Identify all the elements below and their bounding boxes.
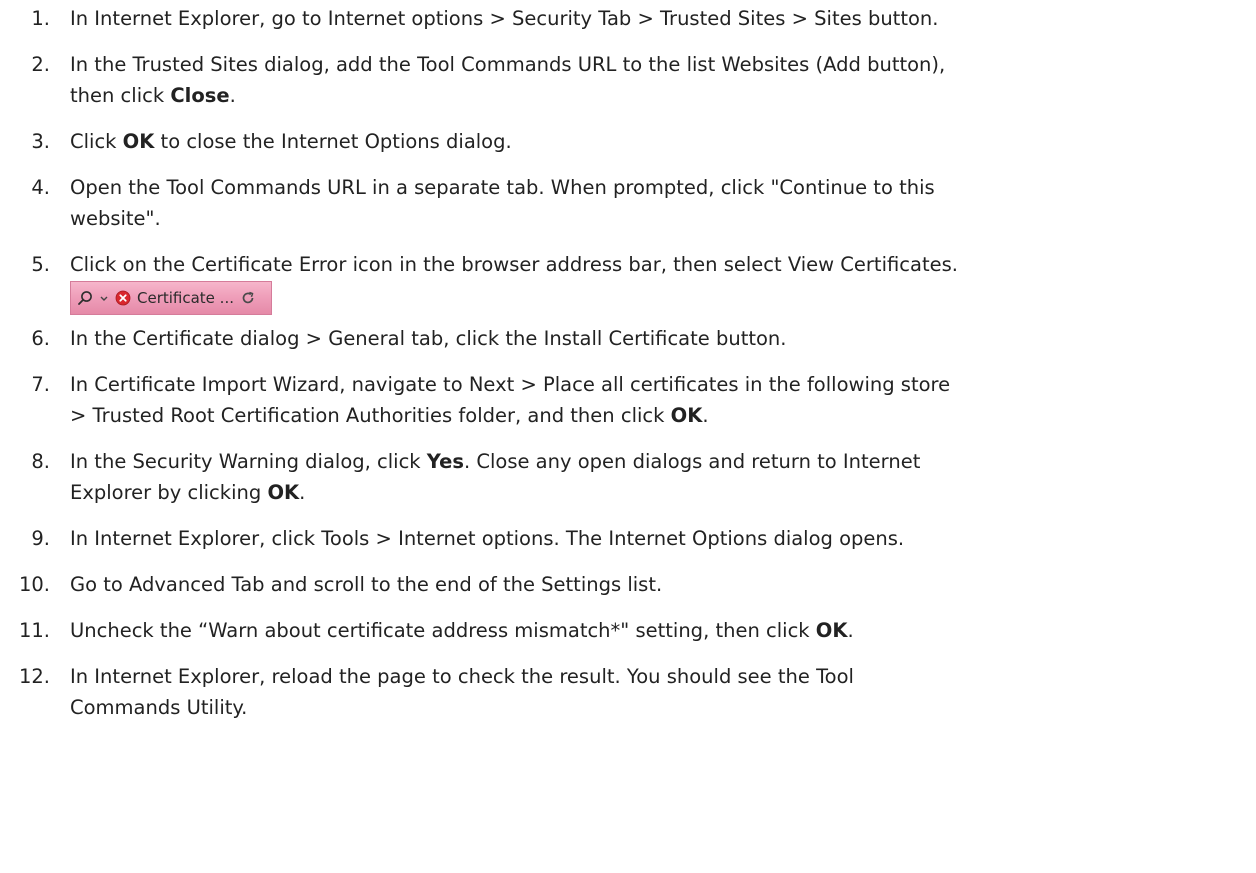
step-item: 1. In Internet Explorer, go to Internet o… — [0, 3, 1256, 34]
step-text: In the Certificate dialog > General tab,… — [70, 327, 787, 350]
step-text: Commands Utility. — [70, 696, 248, 719]
step-number: 6. — [31, 327, 50, 350]
bold-ui-term: Yes — [426, 450, 464, 473]
step-text-line: In Certificate Import Wizard, navigate t… — [70, 369, 1248, 400]
bold-ui-term: OK — [122, 130, 155, 153]
address-bar-screenshot: Certificate ... — [70, 281, 272, 315]
step-text: . — [847, 619, 854, 642]
step-item: 2. In the Trusted Sites dialog, add the T… — [0, 49, 1256, 111]
step-text: Click on the Certificate Error icon in t… — [70, 253, 958, 276]
step-text: then click — [70, 84, 171, 107]
step-item: 6. In the Certificate dialog > General ta… — [0, 323, 1256, 354]
step-number: 7. — [31, 373, 50, 396]
step-text: website". — [70, 207, 161, 230]
step-text-line: Click OK to close the Internet Options d… — [70, 126, 1248, 157]
step-text-line: In the Certificate dialog > General tab,… — [70, 323, 1248, 354]
step-number: 12. — [18, 665, 50, 688]
step-text: In Internet Explorer, click Tools > Inte… — [70, 527, 905, 550]
step-text: Uncheck the “Warn about certificate addr… — [70, 619, 816, 642]
step-item: 11. Uncheck the “Warn about certificate a… — [0, 615, 1256, 646]
step-number: 10. — [18, 573, 50, 596]
step-text-line: In Internet Explorer, click Tools > Inte… — [70, 523, 1248, 554]
step-number: 3. — [31, 130, 50, 153]
step-text: Open the Tool Commands URL in a separate… — [70, 176, 935, 199]
step-item: 4. Open the Tool Commands URL in a separa… — [0, 172, 1256, 234]
bold-ui-term: OK — [670, 404, 703, 427]
step-text: . — [229, 84, 236, 107]
step-item: 5. Click on the Certificate Error icon in… — [0, 249, 1256, 315]
step-text: In Internet Explorer, go to Internet opt… — [70, 7, 939, 30]
bold-ui-term: OK — [815, 619, 848, 642]
step-text-line: In Internet Explorer, reload the page to… — [70, 661, 1248, 692]
step-number: 9. — [31, 527, 50, 550]
step-item: 9. In Internet Explorer, click Tools > In… — [0, 523, 1256, 554]
step-number: 8. — [31, 450, 50, 473]
step-text-line: Click on the Certificate Error icon in t… — [70, 249, 1248, 280]
step-text: . Close any open dialogs and return to I… — [463, 450, 921, 473]
step-text-line: Explorer by clicking OK. — [70, 477, 1248, 508]
error-icon — [115, 290, 131, 306]
step-item: 8. In the Security Warning dialog, click … — [0, 446, 1256, 508]
step-text: In the Security Warning dialog, click — [70, 450, 427, 473]
step-text-line: In the Security Warning dialog, click Ye… — [70, 446, 1248, 477]
chevron-down-icon — [99, 293, 109, 303]
step-text: In Certificate Import Wizard, navigate t… — [70, 373, 951, 396]
step-text-line: Commands Utility. — [70, 692, 1248, 723]
step-item: 12. In Internet Explorer, reload the page… — [0, 661, 1256, 723]
step-text: Explorer by clicking — [70, 481, 268, 504]
step-text-line: Uncheck the “Warn about certificate addr… — [70, 615, 1248, 646]
step-text-line: > Trusted Root Certification Authorities… — [70, 400, 1248, 431]
step-text: Go to Advanced Tab and scroll to the end… — [70, 573, 663, 596]
bold-ui-term: Close — [170, 84, 230, 107]
step-text: . — [702, 404, 709, 427]
step-text-line: then click Close. — [70, 80, 1248, 111]
step-text: In the Trusted Sites dialog, add the Too… — [70, 53, 946, 76]
step-item: 10. Go to Advanced Tab and scroll to the … — [0, 569, 1256, 600]
step-text: to close the Internet Options dialog. — [154, 130, 512, 153]
certificate-error-label: Certificate ... — [137, 288, 234, 307]
step-text-line: In Internet Explorer, go to Internet opt… — [70, 3, 1248, 34]
search-icon — [77, 290, 93, 306]
step-text-line: Go to Advanced Tab and scroll to the end… — [70, 569, 1248, 600]
step-text-line: In the Trusted Sites dialog, add the Too… — [70, 49, 1248, 80]
step-item: 3. Click OK to close the Internet Options… — [0, 126, 1256, 157]
step-text: . — [299, 481, 306, 504]
step-text-line: Open the Tool Commands URL in a separate… — [70, 172, 1248, 203]
step-number: 5. — [31, 253, 50, 276]
step-number: 11. — [18, 619, 50, 642]
step-number: 4. — [31, 176, 50, 199]
step-text: > Trusted Root Certification Authorities… — [70, 404, 671, 427]
step-text: Click — [70, 130, 123, 153]
step-number: 1. — [31, 7, 50, 30]
step-text-line: website". — [70, 203, 1248, 234]
bold-ui-term: OK — [267, 481, 300, 504]
step-item: 7. In Certificate Import Wizard, navigate… — [0, 369, 1256, 431]
instruction-steps-list: 1. In Internet Explorer, go to Internet o… — [0, 3, 1256, 723]
step-text: In Internet Explorer, reload the page to… — [70, 665, 854, 688]
step-number: 2. — [31, 53, 50, 76]
refresh-icon — [240, 290, 256, 306]
